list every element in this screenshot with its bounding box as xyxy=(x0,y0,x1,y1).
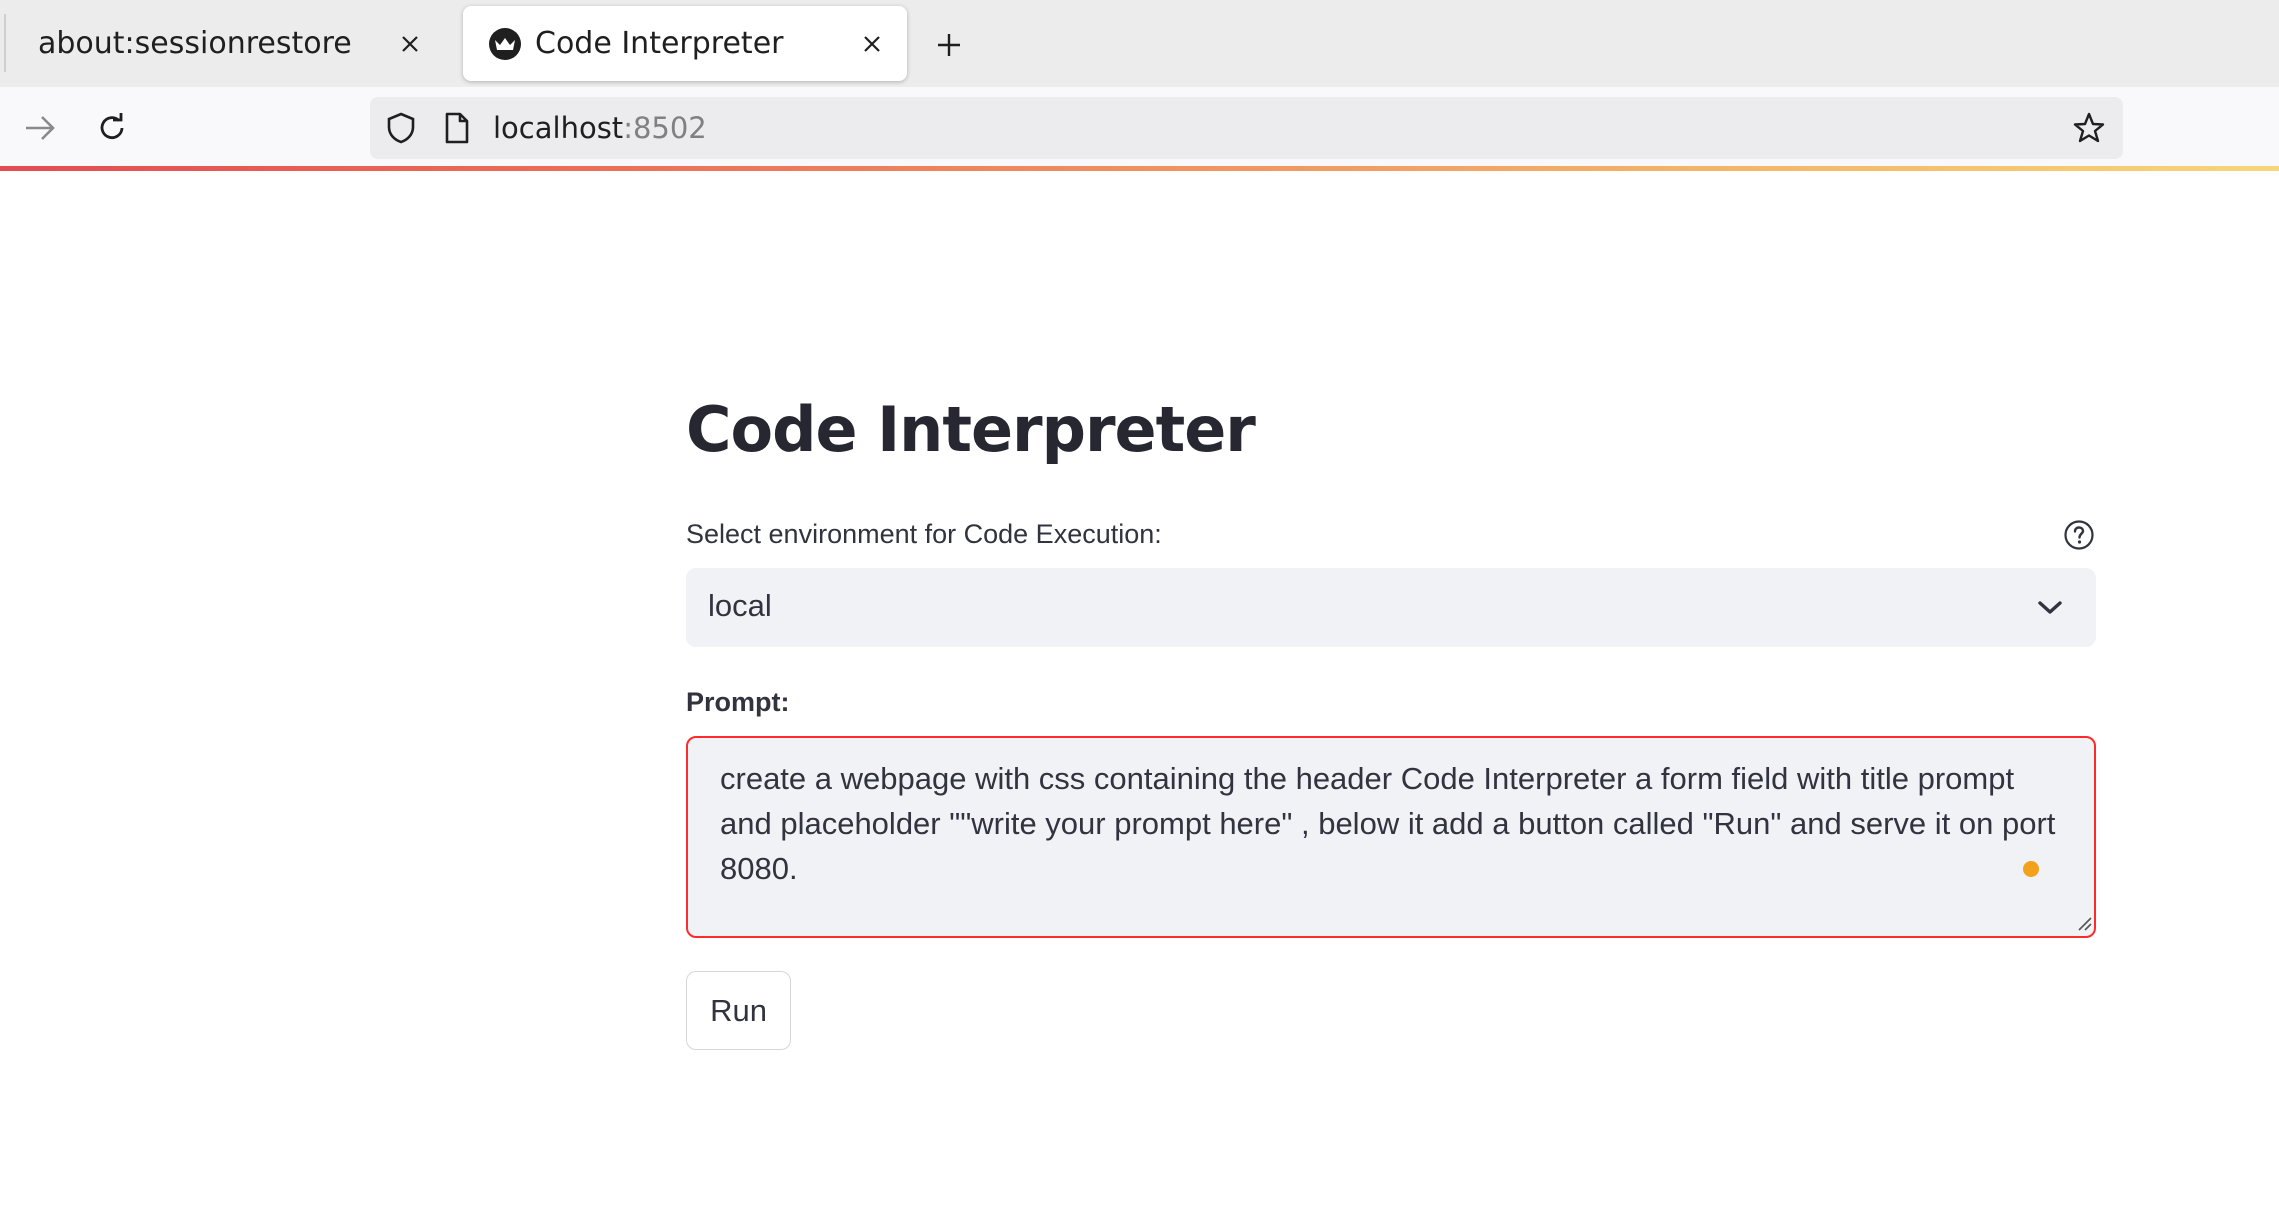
prompt-textarea[interactable]: create a webpage with css containing the… xyxy=(686,736,2096,938)
shield-icon[interactable] xyxy=(385,112,417,144)
env-select-label: Select environment for Code Execution: xyxy=(686,519,1162,549)
close-icon[interactable] xyxy=(857,29,887,59)
tab-strip: about:sessionrestore Code Interpreter xyxy=(0,0,2279,87)
plus-icon[interactable] xyxy=(928,24,970,66)
help-icon[interactable] xyxy=(2062,518,2096,552)
tab-title: about:sessionrestore xyxy=(38,26,352,61)
url-bar[interactable]: localhost:8502 xyxy=(370,97,2123,159)
loading-progress-bar xyxy=(0,166,2279,171)
page-title: Code Interpreter xyxy=(686,393,1256,466)
tab-sessionrestore[interactable]: about:sessionrestore xyxy=(8,6,445,81)
environment-select-value: local xyxy=(708,588,772,623)
star-icon[interactable] xyxy=(2073,112,2105,144)
tab-title: Code Interpreter xyxy=(535,26,784,61)
resize-handle-icon[interactable] xyxy=(2074,913,2092,931)
tab-code-interpreter[interactable]: Code Interpreter xyxy=(463,6,907,81)
url-port: :8502 xyxy=(623,111,707,145)
url-host: localhost xyxy=(493,111,624,145)
status-dot xyxy=(2023,861,2039,877)
environment-select[interactable]: local xyxy=(686,568,2096,647)
crown-icon xyxy=(489,27,521,60)
chevron-down-icon[interactable] xyxy=(2034,592,2066,624)
tab-separator xyxy=(4,14,6,72)
run-button[interactable]: Run xyxy=(686,971,791,1050)
arrow-right-icon[interactable] xyxy=(17,105,63,151)
page-icon[interactable] xyxy=(441,112,473,144)
url-text[interactable]: localhost:8502 xyxy=(493,111,707,145)
close-icon[interactable] xyxy=(395,29,425,59)
reload-icon[interactable] xyxy=(89,105,135,151)
navigation-bar: localhost:8502 xyxy=(0,87,2279,171)
prompt-label: Prompt: xyxy=(686,687,790,717)
